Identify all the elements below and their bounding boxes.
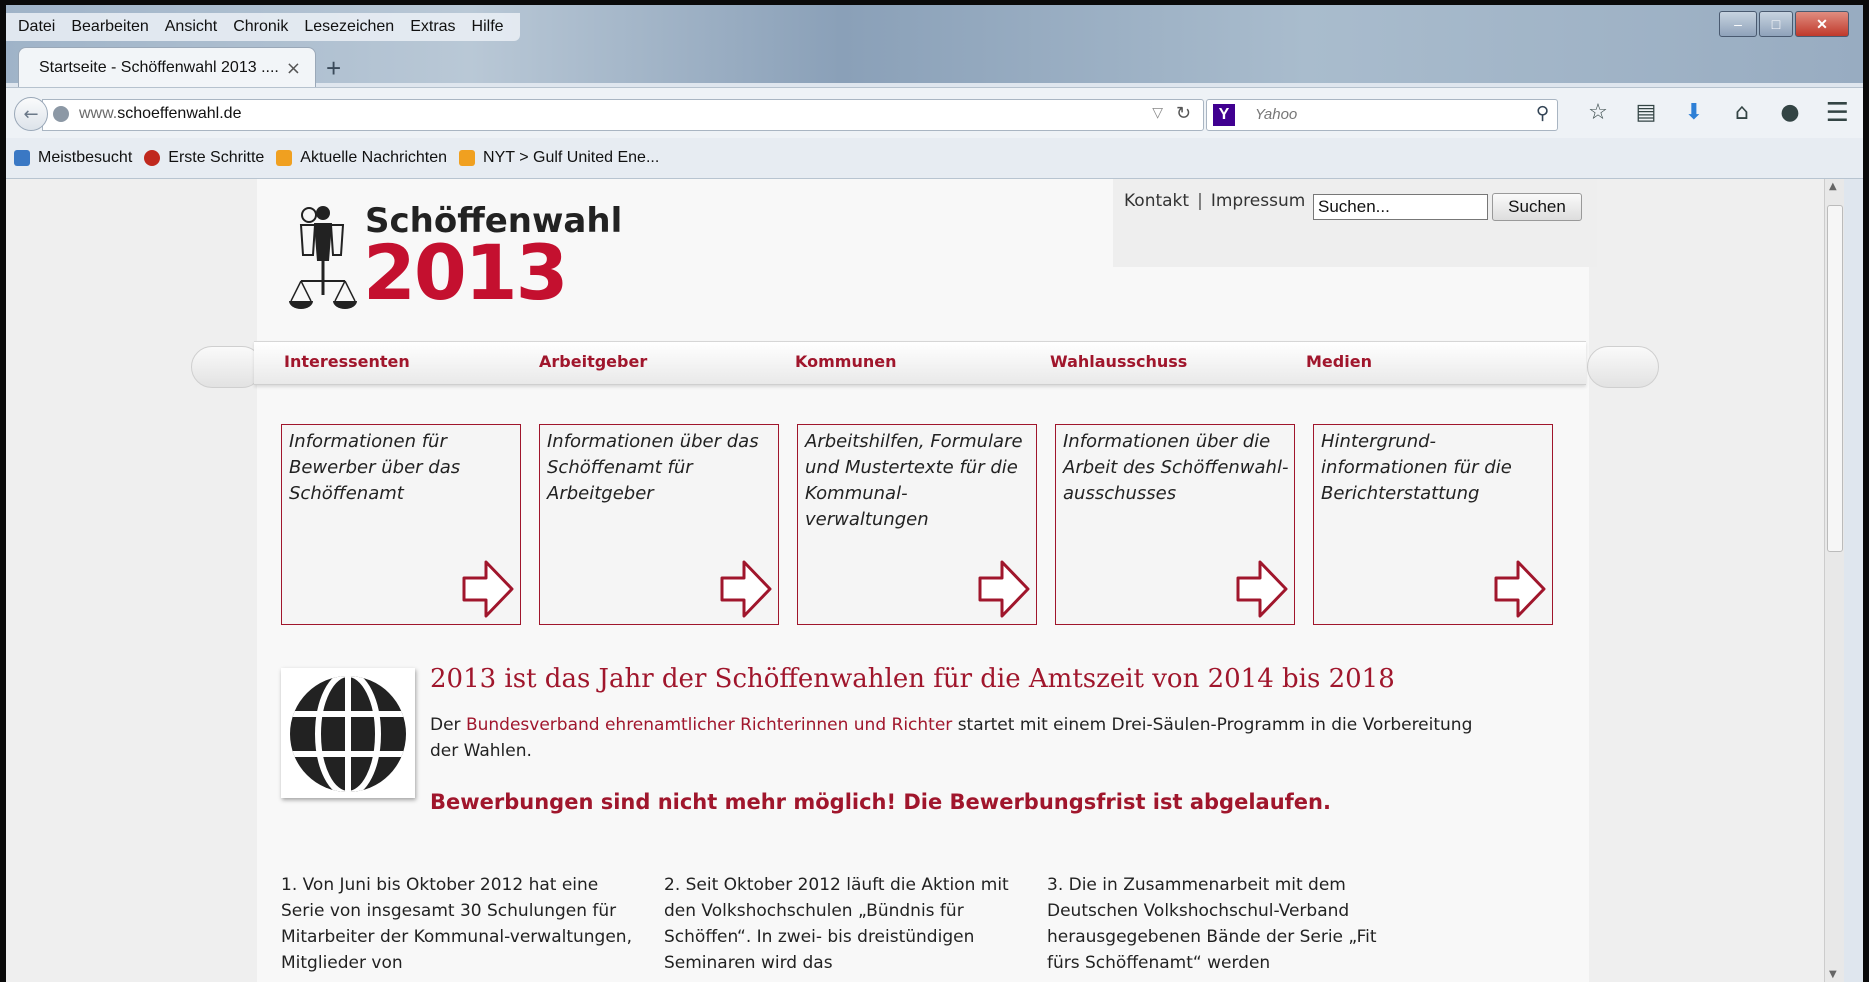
scrollbar-thumb[interactable] [1827, 205, 1843, 552]
site-search-button[interactable]: Suchen [1492, 193, 1582, 221]
new-tab-button[interactable]: + [326, 53, 341, 84]
arrow-right-icon [978, 560, 1030, 618]
bookmark-erste-schritte[interactable]: Erste Schritte [144, 149, 264, 167]
bookmark-label: Meistbesucht [38, 149, 133, 166]
bookmark-aktuelle-nachrichten[interactable]: Aktuelle Nachrichten [276, 149, 447, 167]
top-links: Kontakt | Impressum [1124, 191, 1305, 211]
close-window-button[interactable]: ✕ [1795, 11, 1849, 37]
intro-pre: Der [430, 715, 466, 735]
card-medien[interactable]: Hintergrund- informationen für die Beric… [1313, 424, 1553, 625]
menu-datei[interactable]: Datei [18, 18, 55, 36]
impressum-link[interactable]: Impressum [1211, 191, 1306, 211]
site-search-input[interactable] [1313, 194, 1488, 220]
search-icon[interactable]: ⚲ [1536, 103, 1549, 124]
close-tab-icon[interactable]: × [286, 58, 301, 79]
menu-bar: Datei Bearbeiten Ansicht Chronik Lesezei… [6, 13, 520, 41]
site-identity-icon[interactable] [53, 106, 69, 122]
tab-startseite[interactable]: Startseite - Schöffenwahl 2013 .... × [18, 47, 316, 88]
url-domain: schoeffenwahl.de [117, 105, 242, 122]
globe-image [281, 668, 415, 798]
arrow-right-icon [720, 560, 772, 618]
arrow-right-icon [1494, 560, 1546, 618]
nav-left-cap [191, 346, 263, 388]
link-separator: | [1197, 191, 1203, 211]
toolbar-icons: ☆ ▤ ⬇ ⌂ ● [1574, 100, 1814, 125]
card-text: Arbeitshilfen, Formulare und Mustertexte… [805, 431, 1023, 530]
scroll-down-icon[interactable]: ▼ [1829, 969, 1837, 980]
web-search-box[interactable]: Y Yahoo ⚲ [1206, 99, 1558, 131]
column-2-text: 2. Seit Oktober 2012 läuft die Aktion mi… [664, 875, 1009, 973]
nav-arbeitgeber[interactable]: Arbeitgeber [539, 352, 647, 371]
bookmark-nyt[interactable]: NYT > Gulf United Ene... [459, 149, 659, 167]
site-logo[interactable]: Schöffenwahl 2013 [287, 201, 622, 317]
judge-scales-icon [289, 206, 357, 309]
card-arbeitgeber[interactable]: Informationen über das Schöffenamt für A… [539, 424, 779, 625]
application-closed-notice: Bewerbungen sind nicht mehr möglich! Die… [430, 790, 1331, 814]
kontakt-link[interactable]: Kontakt [1124, 191, 1189, 211]
minimize-button[interactable]: – [1719, 11, 1757, 37]
globe-icon [290, 676, 406, 792]
menu-hilfe[interactable]: Hilfe [472, 18, 504, 36]
main-navigation [254, 341, 1586, 385]
nav-interessenten[interactable]: Interessenten [284, 352, 410, 371]
logo-year: 2013 [363, 228, 569, 317]
card-wahlausschuss[interactable]: Informationen über die Arbeit des Schöff… [1055, 424, 1295, 625]
reload-icon[interactable]: ↻ [1176, 103, 1191, 124]
bookmark-meistbesucht[interactable]: Meistbesucht [14, 149, 132, 167]
rss-feed-icon [276, 150, 293, 166]
arrow-right-icon [462, 560, 514, 618]
intro-paragraph: Der Bundesverband ehrenamtlicher Richter… [430, 712, 1490, 764]
back-arrow-icon: ← [23, 103, 39, 125]
rss-feed-icon [459, 150, 476, 166]
nav-kommunen[interactable]: Kommunen [795, 352, 896, 371]
hamburger-menu-icon[interactable]: ☰ [1826, 98, 1849, 128]
bookmark-label: Erste Schritte [168, 149, 265, 166]
card-text: Hintergrund- informationen für die Beric… [1321, 431, 1512, 504]
bookmarks-toolbar: Meistbesucht Erste Schritte Aktuelle Nac… [6, 138, 1863, 179]
firefox-icon [144, 150, 161, 166]
column-3-text: 3. Die in Zusammenarbeit mit dem Deutsch… [1047, 875, 1377, 973]
card-kommunen[interactable]: Arbeitshilfen, Formulare und Mustertexte… [797, 424, 1037, 625]
card-text: Informationen über das Schöffenamt für A… [547, 431, 759, 504]
url-text: www.schoeffenwahl.de [79, 105, 241, 123]
home-icon[interactable]: ⌂ [1718, 100, 1766, 125]
page-headline: 2013 ist das Jahr der Schöffenwahlen für… [430, 664, 1395, 694]
navigation-toolbar: www.schoeffenwahl.de ▽ ↻ ← Y Yahoo ⚲ ☆ ▤… [6, 87, 1863, 138]
bookmarks-list-icon[interactable]: ▤ [1622, 100, 1670, 125]
card-interessenten[interactable]: Informationen für Bewerber über das Schö… [281, 424, 521, 625]
yahoo-icon[interactable]: Y [1213, 104, 1235, 126]
url-dropdown-icon[interactable]: ▽ [1152, 105, 1163, 121]
vertical-scrollbar[interactable]: ▲ ▼ [1824, 179, 1844, 982]
nav-right-cap [1587, 346, 1659, 388]
card-text: Informationen über die Arbeit des Schöff… [1063, 431, 1289, 504]
menu-ansicht[interactable]: Ansicht [165, 18, 217, 36]
search-placeholder: Yahoo [1255, 106, 1298, 123]
url-prefix: www. [79, 105, 118, 122]
back-button[interactable]: ← [14, 97, 48, 131]
menu-chronik[interactable]: Chronik [233, 18, 288, 36]
menu-bearbeiten[interactable]: Bearbeiten [71, 18, 148, 36]
folder-icon [14, 150, 30, 166]
nav-wahlausschuss[interactable]: Wahlausschuss [1050, 352, 1187, 371]
bundesverband-link[interactable]: Bundesverband ehrenamtlicher Richterinne… [466, 715, 952, 735]
maximize-button[interactable]: □ [1759, 11, 1793, 37]
bookmark-label: NYT > Gulf United Ene... [483, 149, 660, 166]
nav-medien[interactable]: Medien [1306, 352, 1372, 371]
url-bar[interactable]: www.schoeffenwahl.de ▽ ↻ [42, 99, 1204, 131]
scroll-up-icon[interactable]: ▲ [1829, 181, 1837, 192]
menu-lesezeichen[interactable]: Lesezeichen [304, 18, 394, 36]
arrow-right-icon [1236, 560, 1288, 618]
card-text: Informationen für Bewerber über das Schö… [289, 431, 461, 504]
menu-extras[interactable]: Extras [410, 18, 455, 36]
download-icon[interactable]: ⬇ [1670, 100, 1718, 125]
bookmark-star-icon[interactable]: ☆ [1574, 100, 1622, 125]
column-1-text: 1. Von Juni bis Oktober 2012 hat eine Se… [281, 875, 632, 973]
tab-title: Startseite - Schöffenwahl 2013 .... [39, 59, 279, 76]
chat-icon[interactable]: ● [1766, 100, 1814, 125]
bookmark-label: Aktuelle Nachrichten [300, 149, 448, 166]
window-controls: – □ ✕ [1717, 11, 1849, 37]
